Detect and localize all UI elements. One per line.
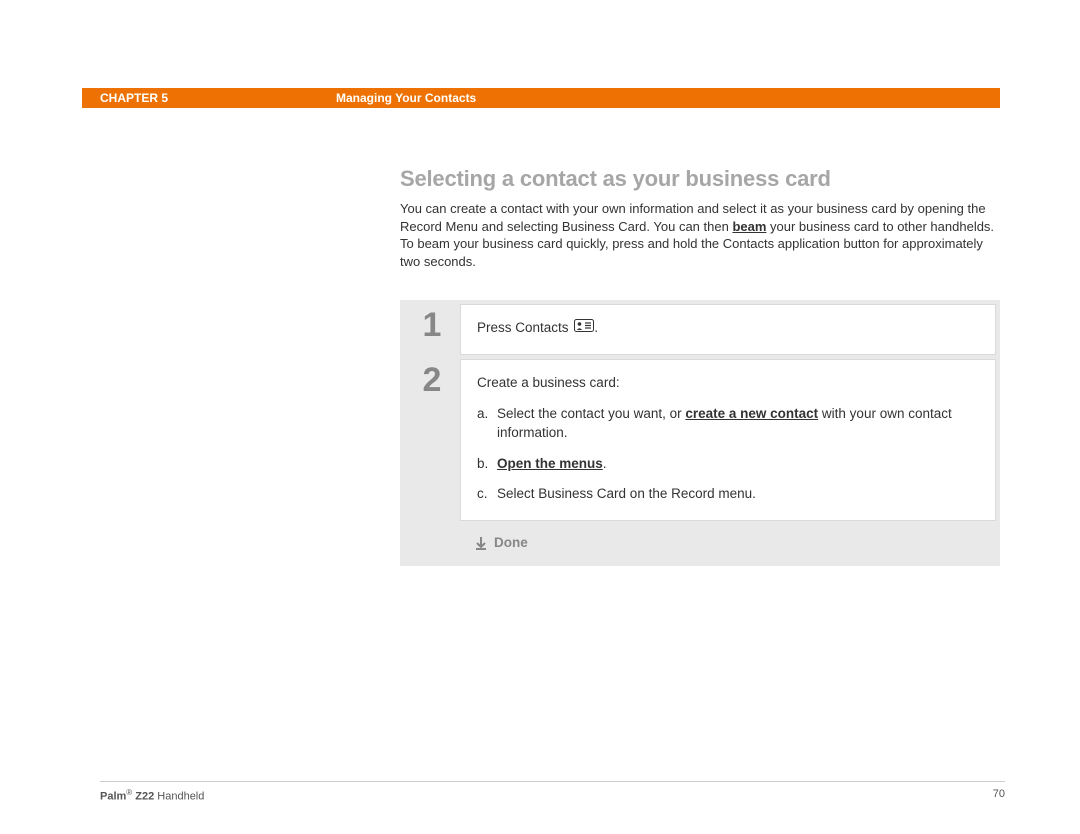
sub-label-c: c.: [477, 485, 497, 504]
step1-suffix: .: [594, 320, 598, 335]
step2-lead: Create a business card:: [477, 374, 979, 393]
steps-container: 1 Press Contacts . 2 Create a business c…: [400, 300, 1000, 566]
footer-product: Palm® Z22 Handheld: [100, 788, 204, 803]
step-number: 1: [423, 308, 442, 342]
step-1: 1 Press Contacts .: [404, 304, 996, 355]
main-content: Selecting a contact as your business car…: [400, 166, 1000, 296]
done-row: Done: [404, 525, 996, 562]
a-text-1: Select the contact you want, or: [497, 406, 685, 421]
sub-label-a: a.: [477, 405, 497, 443]
open-menus-link[interactable]: Open the menus: [497, 456, 603, 471]
chapter-header: CHAPTER 5 Managing Your Contacts: [82, 88, 1000, 108]
sub-text-b: Open the menus.: [497, 455, 979, 474]
step-body: Press Contacts .: [460, 304, 996, 355]
b-suffix: .: [603, 456, 607, 471]
contacts-icon: [574, 319, 594, 338]
sub-label-b: b.: [477, 455, 497, 474]
step1-text: Press Contacts: [477, 320, 572, 335]
footer-brand: Palm: [100, 791, 126, 803]
step-body: Create a business card: a. Select the co…: [460, 359, 996, 521]
footer-model: Z22: [132, 791, 154, 803]
chapter-title: Managing Your Contacts: [336, 91, 476, 105]
step-2: 2 Create a business card: a. Select the …: [404, 359, 996, 521]
section-heading: Selecting a contact as your business car…: [400, 166, 1000, 192]
substep-c: c. Select Business Card on the Record me…: [477, 485, 979, 504]
substep-b: b. Open the menus.: [477, 455, 979, 474]
substep-a: a. Select the contact you want, or creat…: [477, 405, 979, 443]
done-label: Done: [494, 535, 528, 550]
step-num-cell: 1: [404, 304, 460, 355]
page-footer: Palm® Z22 Handheld 70: [100, 781, 1005, 803]
down-arrow-icon: [474, 536, 488, 550]
beam-link[interactable]: beam: [732, 219, 766, 234]
create-contact-link[interactable]: create a new contact: [685, 406, 818, 421]
sub-text-a: Select the contact you want, or create a…: [497, 405, 979, 443]
intro-paragraph: You can create a contact with your own i…: [400, 200, 1000, 270]
page-number: 70: [993, 788, 1005, 803]
step-number: 2: [423, 363, 442, 397]
footer-tail: Handheld: [154, 791, 204, 803]
step-num-cell: 2: [404, 359, 460, 521]
chapter-label: CHAPTER 5: [82, 91, 336, 105]
sub-text-c: Select Business Card on the Record menu.: [497, 485, 979, 504]
